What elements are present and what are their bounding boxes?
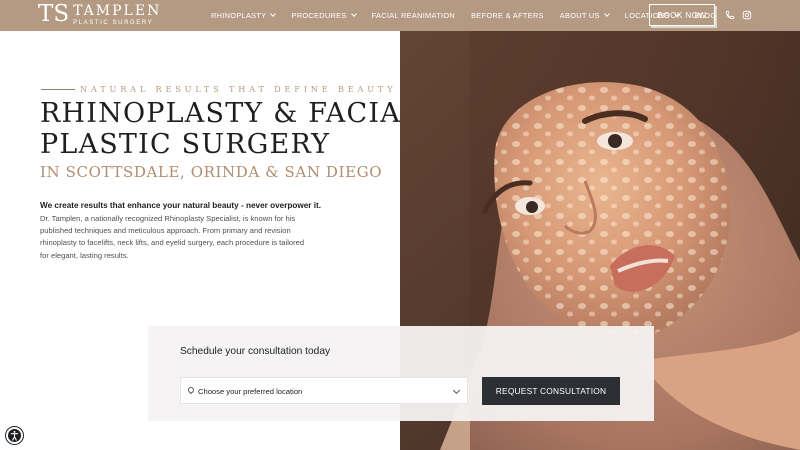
nav-label: PROCEDURES — [291, 11, 347, 20]
nav-label: RHINOPLASTY — [211, 11, 267, 20]
hero-body-line: published techniques and meticulous appr… — [40, 226, 291, 236]
hero-title-line-2: PLASTIC SURGERY — [40, 129, 331, 160]
brand-subtitle: PLASTIC SURGERY — [73, 19, 154, 26]
brand-name: TAMPLEN — [73, 2, 162, 19]
brand-monogram: TS — [38, 1, 70, 27]
nav-procedures[interactable]: PROCEDURES — [291, 11, 357, 20]
request-consultation-button[interactable]: REQUEST CONSULTATION — [482, 377, 620, 405]
nav-rhinoplasty[interactable]: RHINOPLASTY — [211, 11, 277, 20]
brand-wordmark: TAMPLEN PLASTIC SURGERY — [73, 4, 161, 26]
hero-title-line-1: RHINOPLASTY & FACIAL — [40, 98, 421, 129]
chevron-down-icon — [603, 11, 610, 17]
location-select-placeholder: Choose your preferred location — [198, 387, 303, 396]
nav-before-afters[interactable]: BEFORE & AFTERS — [471, 11, 544, 20]
hero-body-line: Dr. Tamplen, a nationally recognized Rhi… — [40, 214, 296, 223]
nav-facial-reanimation[interactable]: FACIAL REANIMATION — [372, 11, 455, 20]
nav-about-us[interactable]: ABOUT US — [559, 11, 610, 20]
hero-body: Dr. Tamplen, a nationally recognized Rhi… — [40, 213, 340, 262]
chevron-down-icon — [452, 386, 461, 395]
consultation-title: Schedule your consultation today — [180, 346, 331, 357]
hero-body-line: rhinoplasty to facelifts, neck lifts, an… — [40, 238, 305, 248]
hero-body-line: for elegant, lasting results. — [40, 250, 129, 260]
location-select[interactable]: Choose your preferred location — [180, 377, 468, 404]
brand-logo[interactable]: TS TAMPLEN PLASTIC SURGERY — [38, 3, 161, 26]
nav-label: BEFORE & AFTERS — [471, 11, 544, 20]
chevron-down-icon — [270, 11, 277, 17]
instagram-icon[interactable] — [741, 9, 753, 21]
hero-title: RHINOPLASTY & FACIAL PLASTIC SURGERY — [40, 98, 420, 160]
hero-eyebrow: NATURAL RESULTS THAT DEFINE BEAUTY — [80, 84, 397, 94]
hero-lead: We create results that enhance your natu… — [40, 201, 322, 210]
book-now-button[interactable]: BOOK NOW — [649, 4, 715, 26]
location-pin-icon — [186, 385, 196, 395]
nav-label: ABOUT US — [559, 11, 600, 20]
eyebrow-divider — [41, 89, 75, 90]
hero-subtitle: IN SCOTTSDALE, ORINDA & SAN DIEGO — [40, 163, 383, 181]
accessibility-icon[interactable] — [6, 427, 23, 444]
consultation-panel: Schedule your consultation today Choose … — [148, 326, 654, 421]
site-header: TS TAMPLEN PLASTIC SURGERY RHINOPLASTY P… — [0, 0, 800, 31]
phone-icon[interactable] — [724, 9, 736, 21]
nav-label: FACIAL REANIMATION — [371, 11, 456, 20]
chevron-down-icon — [350, 11, 357, 17]
